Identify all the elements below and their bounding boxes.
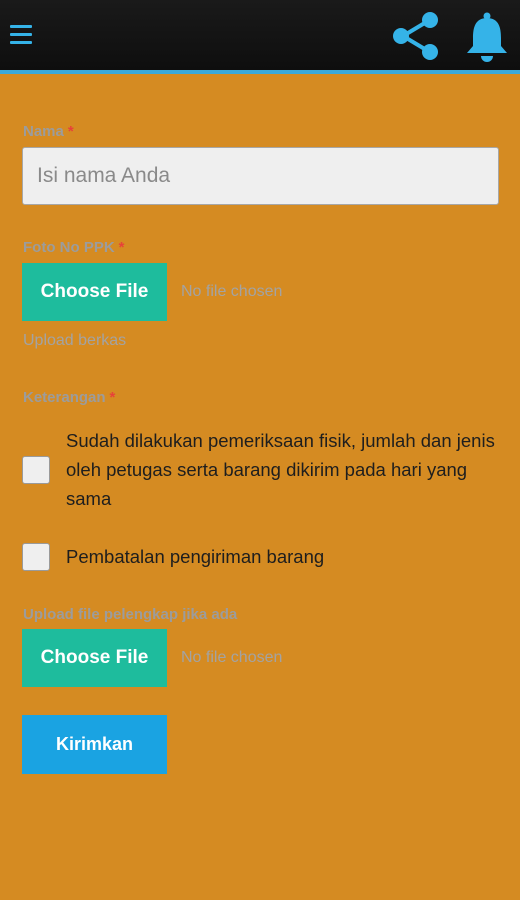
share-icon[interactable] (390, 10, 442, 62)
required-mark: * (109, 389, 116, 406)
keterangan-label: Keterangan * (23, 389, 115, 406)
foto-ppk-file-status: No file chosen (181, 283, 283, 300)
foto-ppk-label-text: Foto No PPK (23, 239, 115, 256)
required-mark: * (67, 123, 74, 140)
keterangan-label-text: Keterangan (23, 389, 106, 406)
checkbox-pemeriksaan-fisik[interactable] (22, 456, 50, 484)
foto-ppk-choose-file-button[interactable]: Choose File (22, 263, 167, 321)
bell-icon[interactable] (462, 10, 512, 62)
pelengkap-choose-file-button[interactable]: Choose File (22, 629, 167, 687)
foto-ppk-label: Foto No PPK * (23, 239, 125, 256)
top-app-bar (0, 0, 520, 74)
name-label: Nama * (23, 123, 74, 140)
name-label-text: Nama (23, 123, 64, 140)
upload-hint: Upload berkas (23, 332, 127, 349)
submit-button[interactable]: Kirimkan (22, 715, 167, 774)
hamburger-menu-icon[interactable] (10, 25, 32, 47)
name-input[interactable] (22, 147, 499, 205)
pelengkap-file-status: No file chosen (181, 649, 283, 666)
pelengkap-label: Upload file pelengkap jika ada (23, 606, 238, 623)
checkbox-pemeriksaan-fisik-label[interactable]: Sudah dilakukan pemeriksaan fisik, jumla… (66, 426, 496, 513)
required-mark: * (118, 239, 125, 256)
checkbox-pembatalan-pengiriman-label[interactable]: Pembatalan pengiriman barang (66, 542, 496, 571)
checkbox-pembatalan-pengiriman[interactable] (22, 543, 50, 571)
